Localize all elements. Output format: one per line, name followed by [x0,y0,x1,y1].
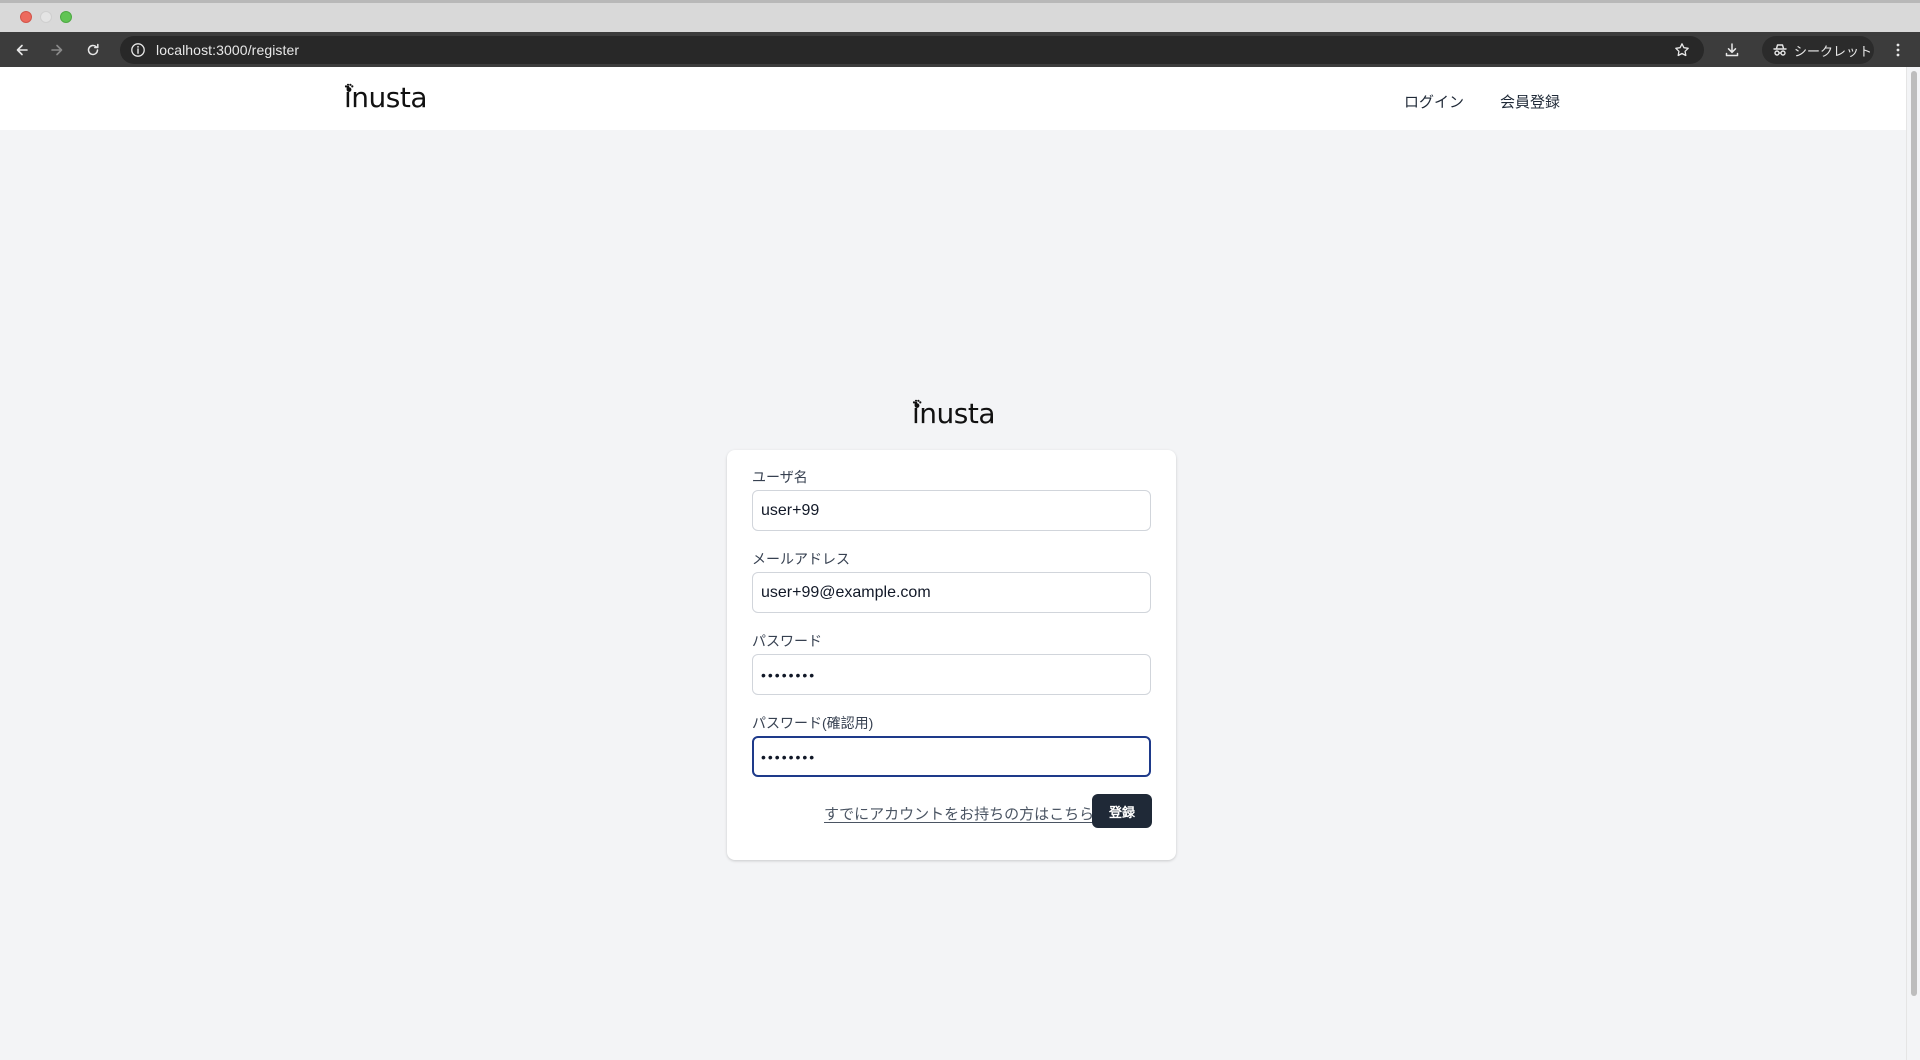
download-icon [1725,43,1739,57]
forward-button[interactable] [45,38,69,62]
username-label: ユーザ名 [752,469,808,485]
scrollbar-thumb[interactable] [1911,71,1917,996]
downloads-button[interactable] [1720,38,1744,62]
maximize-window-button[interactable] [60,11,72,23]
paw-icon [344,83,354,92]
page-content: inusta ログイン 会員登録 inusta ユーザ名 メールアドレス パスワ… [0,67,1906,1060]
page-scrollbar[interactable] [1906,67,1920,1060]
back-arrow-icon [16,44,28,56]
back-button[interactable] [10,38,34,62]
close-window-button[interactable] [20,11,32,23]
email-input[interactable] [752,572,1151,613]
password-label: パスワード [752,633,822,649]
address-bar[interactable]: localhost:3000/register [120,36,1704,64]
bookmark-button[interactable] [1670,38,1694,62]
window-titlebar [0,0,1920,32]
password-confirm-label: パスワード(確認用) [752,715,874,731]
email-label: メールアドレス [752,551,850,567]
nav-register-link[interactable]: 会員登録 [1500,91,1560,112]
reload-icon [87,43,99,56]
site-header: inusta ログイン 会員登録 [0,67,1906,130]
info-icon[interactable] [130,42,146,58]
register-form: ユーザ名 メールアドレス パスワード パスワード(確認用) すでにアカウントをお… [727,450,1176,860]
existing-account-login-link[interactable]: すでにアカウントをお持ちの方はこちら [824,803,1094,824]
incognito-indicator[interactable]: シークレット [1762,36,1874,64]
password-confirm-input[interactable] [752,736,1151,777]
site-logo[interactable]: inusta [344,81,428,114]
kebab-menu-icon [1896,43,1900,57]
nav-login-link[interactable]: ログイン [1404,91,1464,112]
star-icon [1675,43,1689,57]
paw-icon [912,399,922,408]
password-input[interactable] [752,654,1151,695]
incognito-icon [1773,44,1787,56]
url-text[interactable]: localhost:3000/register [156,42,299,58]
incognito-label: シークレット [1794,43,1873,59]
form-logo-text: inusta [912,397,996,430]
site-logo-text: inusta [344,81,428,114]
minimize-window-button[interactable] [40,11,52,23]
reload-button[interactable] [81,38,105,62]
forward-arrow-icon [51,44,63,56]
browser-menu-button[interactable] [1886,38,1910,62]
browser-toolbar: localhost:3000/register シークレット [0,32,1920,67]
register-submit-button[interactable]: 登録 [1092,794,1152,828]
form-logo: inusta [912,397,996,430]
username-input[interactable] [752,490,1151,531]
